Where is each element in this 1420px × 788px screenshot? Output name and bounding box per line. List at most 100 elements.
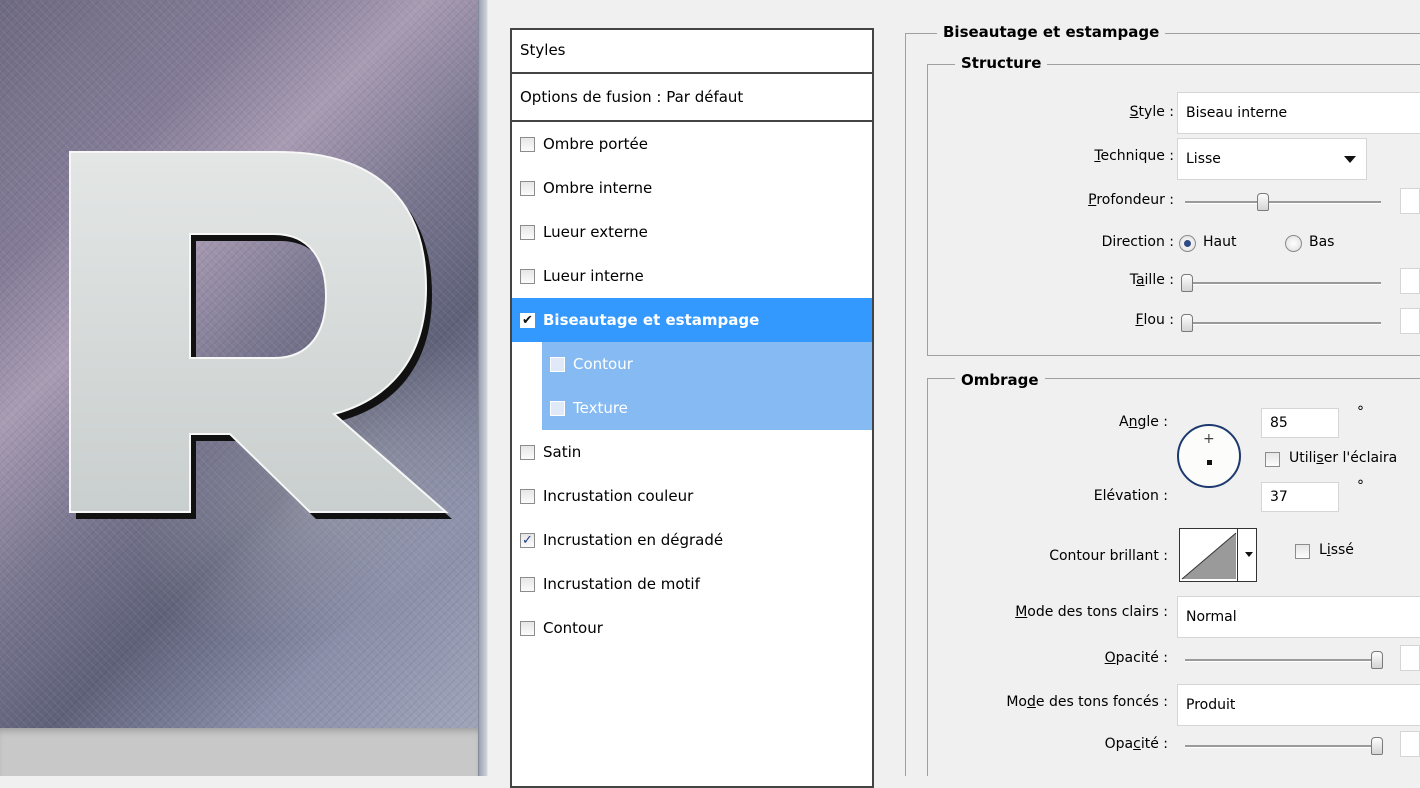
inner-glow-checkbox[interactable]: [520, 268, 535, 284]
style-select[interactable]: Biseau interne: [1177, 92, 1420, 134]
shadow-mode-select[interactable]: Produit: [1177, 684, 1420, 726]
contour-sub-checkbox[interactable]: [550, 356, 565, 372]
depth-label: Profondeur :: [1088, 192, 1174, 208]
soften-slider-thumb[interactable]: [1181, 314, 1193, 332]
anti-aliased-checkbox[interactable]: [1295, 544, 1310, 559]
styles-header[interactable]: Styles: [512, 30, 872, 74]
stroke-checkbox[interactable]: [520, 620, 535, 636]
shadow-mode-value: Produit: [1186, 697, 1236, 713]
canvas-footer: [0, 728, 478, 776]
panel-divider: [478, 0, 488, 776]
highlight-mode-value: Normal: [1186, 609, 1237, 625]
style-item-color-overlay[interactable]: Incrustation couleur: [512, 474, 872, 518]
style-item-bevel-emboss[interactable]: ✔ Biseautage et estampage: [512, 298, 872, 342]
highlight-opacity-slider[interactable]: [1185, 659, 1381, 662]
highlight-opacity-input[interactable]: [1400, 645, 1420, 671]
style-item-inner-shadow[interactable]: Ombre interne: [512, 166, 872, 210]
color-overlay-checkbox[interactable]: [520, 488, 535, 504]
chevron-down-icon: [1245, 552, 1253, 557]
style-item-contour-sub[interactable]: Contour: [542, 342, 872, 386]
bevel-emboss-title: Biseautage et estampage: [937, 22, 1166, 42]
angle-value: 85: [1270, 415, 1288, 431]
altitude-label: Elévation :: [1093, 488, 1168, 504]
chevron-down-icon: [1344, 156, 1356, 163]
style-item-texture-sub[interactable]: Texture: [542, 386, 872, 430]
document-canvas[interactable]: R: [0, 0, 478, 776]
style-item-label: Contour: [543, 619, 603, 637]
gradient-overlay-checkbox[interactable]: ✓: [520, 532, 535, 548]
crosshair-icon: +: [1203, 431, 1215, 447]
canvas-letter-r: R: [48, 100, 452, 519]
style-item-satin[interactable]: Satin: [512, 430, 872, 474]
style-item-label: Lueur interne: [543, 267, 644, 285]
technique-select-value: Lisse: [1186, 151, 1221, 167]
style-item-label: Ombre interne: [543, 179, 653, 197]
highlight-mode-label: Mode des tons clairs :: [1015, 604, 1168, 620]
shadow-mode-label: Mode des tons foncés :: [1006, 694, 1168, 710]
satin-checkbox[interactable]: [520, 444, 535, 460]
depth-slider[interactable]: [1185, 201, 1381, 204]
size-input[interactable]: [1400, 268, 1420, 294]
gloss-contour-label: Contour brillant :: [1049, 548, 1168, 564]
style-item-label: Incrustation de motif: [543, 575, 700, 593]
bevel-emboss-settings: Biseautage et estampage Structure Style …: [905, 0, 1420, 776]
highlight-opacity-thumb[interactable]: [1371, 651, 1383, 669]
scrollbar-thumb[interactable]: [479, 0, 487, 776]
texture-sub-checkbox[interactable]: [550, 400, 565, 416]
altitude-value: 37: [1270, 489, 1288, 505]
pattern-overlay-checkbox[interactable]: [520, 576, 535, 592]
inner-shadow-checkbox[interactable]: [520, 180, 535, 196]
direction-label: Direction :: [1101, 234, 1174, 250]
use-global-light-label: Utiliser l'éclaira: [1289, 450, 1398, 466]
outer-glow-checkbox[interactable]: [520, 224, 535, 240]
soften-input[interactable]: [1400, 308, 1420, 334]
angle-center-dot: [1207, 460, 1212, 465]
style-item-label: Incrustation en dégradé: [543, 531, 724, 549]
style-item-label: Texture: [573, 399, 628, 417]
style-select-value: Biseau interne: [1186, 105, 1288, 121]
style-item-label: Incrustation couleur: [543, 487, 694, 505]
gloss-contour-dropdown[interactable]: [1237, 529, 1256, 581]
highlight-opacity-label: Opacité :: [1104, 650, 1168, 666]
style-item-inner-glow[interactable]: Lueur interne: [512, 254, 872, 298]
highlight-mode-select[interactable]: Normal: [1177, 596, 1420, 638]
style-item-label: Biseautage et estampage: [543, 311, 760, 329]
depth-input[interactable]: [1400, 188, 1420, 214]
style-item-gradient-overlay[interactable]: ✓ Incrustation en dégradé: [512, 518, 872, 562]
angle-dial[interactable]: +: [1177, 424, 1241, 488]
soften-label: Flou :: [1135, 312, 1174, 328]
size-slider-thumb[interactable]: [1181, 274, 1193, 292]
anti-aliased-label: Lissé: [1319, 542, 1354, 558]
use-global-light-checkbox[interactable]: [1265, 452, 1280, 467]
letter-r-glyph: [69, 151, 452, 519]
shading-title: Ombrage: [955, 370, 1045, 390]
direction-up-label: Haut: [1203, 234, 1237, 250]
angle-label: Angle :: [1118, 414, 1168, 430]
drop-shadow-checkbox[interactable]: [520, 136, 535, 152]
soften-slider[interactable]: [1185, 322, 1381, 325]
angle-input[interactable]: 85: [1261, 408, 1339, 438]
bevel-emboss-checkbox[interactable]: ✔: [520, 312, 535, 328]
style-item-pattern-overlay[interactable]: Incrustation de motif: [512, 562, 872, 606]
blending-options-item[interactable]: Options de fusion : Par défaut: [512, 74, 872, 122]
direction-up-radio[interactable]: [1179, 235, 1196, 252]
style-item-outer-glow[interactable]: Lueur externe: [512, 210, 872, 254]
style-item-label: Contour: [573, 355, 633, 373]
depth-slider-thumb[interactable]: [1257, 193, 1269, 211]
angle-degree-symbol: °: [1357, 404, 1364, 420]
gloss-contour-picker[interactable]: [1179, 528, 1257, 582]
canvas-letter-text: R: [48, 100, 49, 101]
size-label: Taille :: [1129, 272, 1174, 288]
size-slider[interactable]: [1185, 282, 1381, 285]
shadow-opacity-label: Opacité :: [1104, 736, 1168, 752]
style-item-stroke[interactable]: Contour: [512, 606, 872, 650]
direction-down-label: Bas: [1309, 234, 1335, 250]
shadow-opacity-thumb[interactable]: [1371, 737, 1383, 755]
technique-select[interactable]: Lisse: [1177, 138, 1367, 180]
shadow-opacity-slider[interactable]: [1185, 745, 1381, 748]
style-label: Style :: [1129, 104, 1174, 120]
shadow-opacity-input[interactable]: [1400, 731, 1420, 757]
style-item-drop-shadow[interactable]: Ombre portée: [512, 122, 872, 166]
altitude-input[interactable]: 37: [1261, 482, 1339, 512]
direction-down-radio[interactable]: [1285, 235, 1302, 252]
